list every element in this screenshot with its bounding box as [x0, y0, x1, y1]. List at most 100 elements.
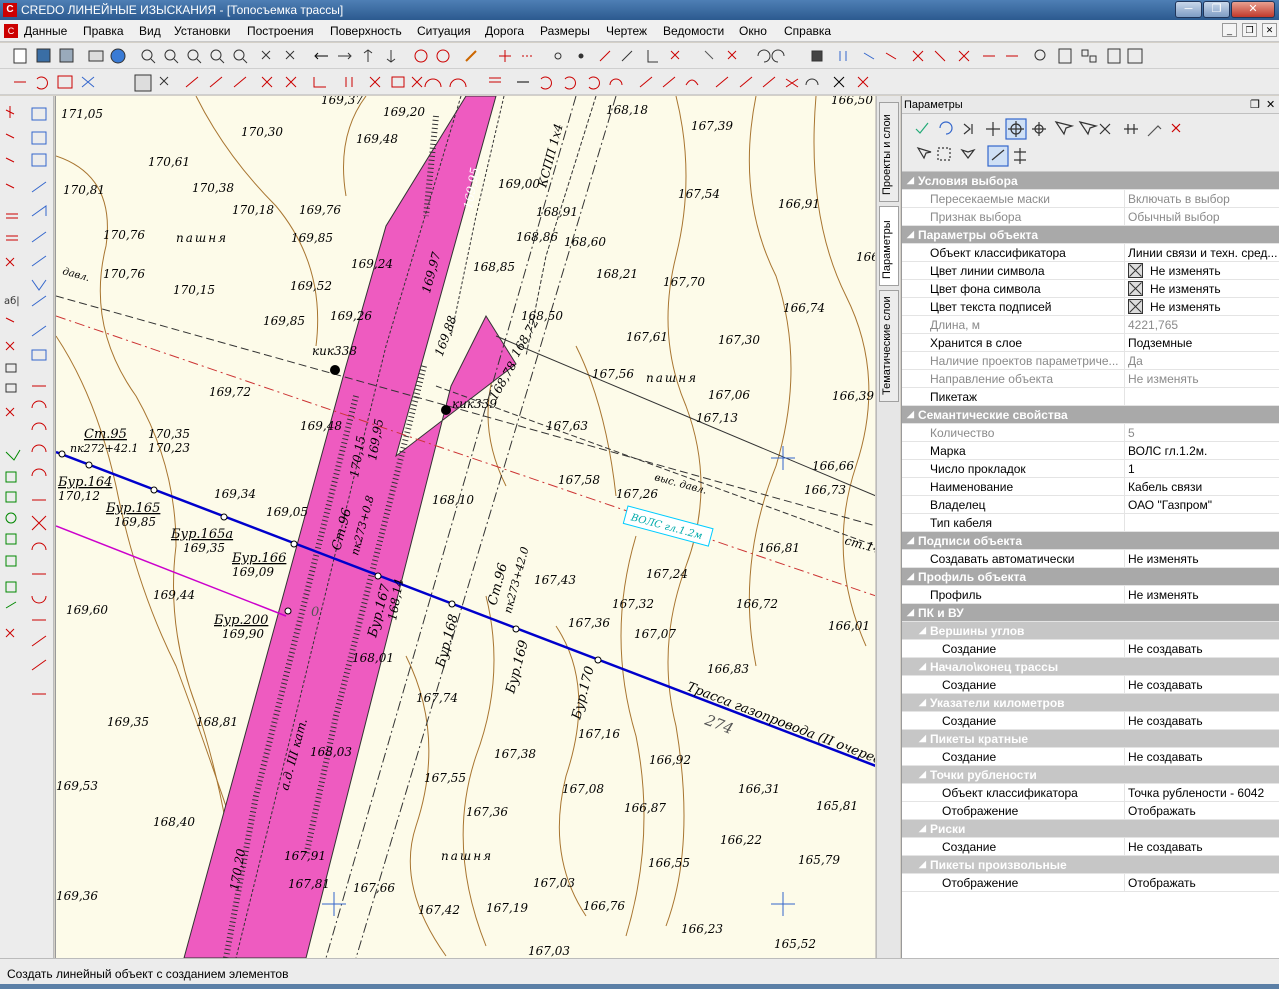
property-row[interactable]: Наличие проектов параметриче... Да: [902, 352, 1279, 370]
property-value[interactable]: Не изменять: [1128, 372, 1278, 386]
collapse-icon[interactable]: ◢: [907, 175, 914, 186]
left-toolbar-icons[interactable]: аб|: [4, 106, 47, 695]
property-row[interactable]: Длина, м 4221,765: [902, 316, 1279, 334]
collapse-icon[interactable]: ◢: [919, 733, 926, 744]
document-icon[interactable]: С: [4, 24, 18, 38]
property-row[interactable]: Создание Не создавать: [902, 748, 1279, 766]
property-value[interactable]: ВОЛС гл.1.2м.: [1128, 444, 1278, 458]
panel-float-icon[interactable]: ❐: [1250, 98, 1260, 111]
property-value[interactable]: Не создавать: [1128, 678, 1278, 692]
property-row[interactable]: Отображение Отображать: [902, 802, 1279, 820]
property-subcategory[interactable]: ◢ Пикеты кратные: [902, 730, 1279, 748]
property-row[interactable]: Тип кабеля: [902, 514, 1279, 532]
property-value[interactable]: Не создавать: [1128, 714, 1278, 728]
collapse-icon[interactable]: ◢: [919, 697, 926, 708]
property-row[interactable]: Создание Не создавать: [902, 712, 1279, 730]
collapse-icon[interactable]: ◢: [919, 859, 926, 870]
minimize-button[interactable]: ─: [1175, 1, 1202, 18]
menu-road[interactable]: Дорога: [485, 24, 524, 38]
property-subcategory[interactable]: ◢ Точки рублености: [902, 766, 1279, 784]
property-category[interactable]: ◢ ПК и ВУ: [902, 604, 1279, 622]
menu-edit[interactable]: Правка: [83, 24, 124, 38]
property-subcategory[interactable]: ◢ Указатели километров: [902, 694, 1279, 712]
property-value[interactable]: Подземные: [1128, 336, 1278, 350]
property-value[interactable]: Отображать: [1128, 804, 1278, 818]
property-row[interactable]: Создание Не создавать: [902, 640, 1279, 658]
color-swatch[interactable]: [1128, 281, 1143, 296]
tab-projects-layers[interactable]: Проекты и слои: [879, 102, 899, 202]
property-row[interactable]: Наименование Кабель связи: [902, 478, 1279, 496]
close-button[interactable]: ✕: [1231, 1, 1275, 18]
property-row[interactable]: Число прокладок 1: [902, 460, 1279, 478]
collapse-icon[interactable]: ◢: [907, 571, 914, 582]
color-swatch[interactable]: [1128, 263, 1143, 278]
menu-window[interactable]: Окно: [739, 24, 767, 38]
tab-thematic-layers[interactable]: Тематические слои: [879, 290, 899, 402]
menu-statements[interactable]: Ведомости: [663, 24, 724, 38]
property-value[interactable]: Не создавать: [1128, 642, 1278, 656]
property-value[interactable]: Не создавать: [1128, 750, 1278, 764]
mdi-restore-button[interactable]: ❐: [1242, 23, 1257, 37]
menu-dimensions[interactable]: Размеры: [540, 24, 590, 38]
property-value[interactable]: Обычный выбор: [1128, 210, 1278, 224]
menu-data[interactable]: Данные: [24, 24, 67, 38]
color-swatch[interactable]: [1128, 299, 1143, 314]
property-value[interactable]: Кабель связи: [1128, 480, 1278, 494]
property-value[interactable]: ОАО "Газпром": [1128, 498, 1278, 512]
panel-tool-icons[interactable]: [915, 118, 1181, 167]
menu-surface[interactable]: Поверхность: [330, 24, 402, 38]
property-row[interactable]: Создавать автоматически Не изменять: [902, 550, 1279, 568]
property-subcategory[interactable]: ◢ Начало\конец трассы: [902, 658, 1279, 676]
property-category[interactable]: ◢ Профиль объекта: [902, 568, 1279, 586]
property-row[interactable]: Признак выбора Обычный выбор: [902, 208, 1279, 226]
property-row[interactable]: Владелец ОАО "Газпром": [902, 496, 1279, 514]
collapse-icon[interactable]: ◢: [907, 535, 914, 546]
collapse-icon[interactable]: ◢: [907, 607, 914, 618]
property-row[interactable]: Количество 5: [902, 424, 1279, 442]
property-value[interactable]: Точка рублености - 6042: [1128, 786, 1278, 800]
restore-button[interactable]: ❐: [1203, 1, 1230, 18]
property-value[interactable]: 1: [1128, 462, 1278, 476]
mdi-minimize-button[interactable]: _: [1222, 23, 1237, 37]
property-value[interactable]: Не изменять: [1150, 300, 1279, 314]
property-row[interactable]: Создание Не создавать: [902, 838, 1279, 856]
collapse-icon[interactable]: ◢: [907, 409, 914, 420]
property-row[interactable]: Создание Не создавать: [902, 676, 1279, 694]
property-row[interactable]: Объект классификатора Линии связи и техн.…: [902, 244, 1279, 262]
property-subcategory[interactable]: ◢ Риски: [902, 820, 1279, 838]
property-category[interactable]: ◢ Условия выбора: [902, 172, 1279, 190]
menu-help[interactable]: Справка: [784, 24, 831, 38]
collapse-icon[interactable]: ◢: [907, 229, 914, 240]
menu-situation[interactable]: Ситуация: [417, 24, 471, 38]
menu-settings[interactable]: Установки: [174, 24, 230, 38]
collapse-icon[interactable]: ◢: [919, 769, 926, 780]
map-canvas[interactable]: ВОЛС гл.1.2м 171,05 169,37 169,20 168,18…: [55, 96, 875, 958]
property-value[interactable]: Не изменять: [1150, 282, 1279, 296]
collapse-icon[interactable]: ◢: [919, 661, 926, 672]
property-row[interactable]: Пересекаемые маски Включать в выбор: [902, 190, 1279, 208]
app-icon[interactable]: С: [3, 3, 17, 17]
property-value[interactable]: Включать в выбор: [1128, 192, 1278, 206]
property-row[interactable]: Объект классификатора Точка рублености - …: [902, 784, 1279, 802]
property-row[interactable]: Цвет текста подписей Не изменять: [902, 298, 1279, 316]
panel-close-icon[interactable]: ✕: [1266, 98, 1275, 111]
property-value[interactable]: 5: [1128, 426, 1278, 440]
property-row[interactable]: Направление объекта Не изменять: [902, 370, 1279, 388]
property-row[interactable]: Марка ВОЛС гл.1.2м.: [902, 442, 1279, 460]
property-value[interactable]: Отображать: [1128, 876, 1278, 890]
property-row[interactable]: Отображение Отображать: [902, 874, 1279, 892]
property-value[interactable]: Не изменять: [1128, 588, 1278, 602]
collapse-icon[interactable]: ◢: [919, 625, 926, 636]
property-row[interactable]: Хранится в слое Подземные: [902, 334, 1279, 352]
mdi-close-button[interactable]: ✕: [1262, 23, 1277, 37]
property-value[interactable]: Линии связи и техн. сред...: [1128, 246, 1278, 260]
collapse-icon[interactable]: ◢: [919, 823, 926, 834]
property-value[interactable]: Не изменять: [1128, 552, 1278, 566]
tab-parameters[interactable]: Параметры: [879, 206, 899, 286]
drawing-toolbar-icons[interactable]: [14, 74, 869, 92]
property-value[interactable]: Да: [1128, 354, 1278, 368]
property-category[interactable]: ◢ Подписи объекта: [902, 532, 1279, 550]
toolbar-icons[interactable]: [13, 48, 1143, 64]
property-row[interactable]: Пикетаж: [902, 388, 1279, 406]
property-category[interactable]: ◢ Семантические свойства: [902, 406, 1279, 424]
